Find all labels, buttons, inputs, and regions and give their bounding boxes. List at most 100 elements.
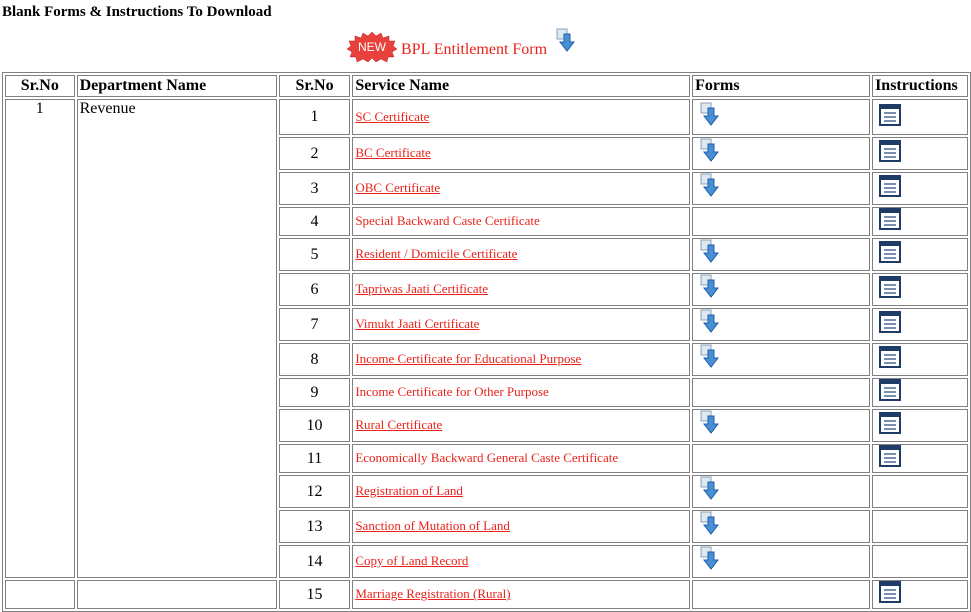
table-row: 1 Revenue 1 SC Certificate: [5, 99, 968, 578]
service-link[interactable]: Registration of Land: [355, 483, 463, 498]
table-row: 15 Marriage Registration (Rural): [5, 580, 968, 609]
header-sr-no: Sr.No: [5, 75, 75, 97]
bpl-entitlement-link[interactable]: BPL Entitlement Form: [401, 41, 547, 59]
instructions-document-icon[interactable]: [879, 140, 902, 167]
instructions-cell: [872, 444, 968, 473]
new-badge: NEW: [347, 32, 397, 62]
service-link[interactable]: BC Certificate: [355, 145, 430, 160]
service-link[interactable]: Rural Certificate: [355, 417, 442, 432]
table-body: 1 Revenue 1 SC Certificate 2 BC Certificate 3 O…: [5, 99, 968, 609]
download-arrow-icon[interactable]: [699, 410, 721, 441]
download-arrow-icon[interactable]: [699, 511, 721, 542]
instructions-document-icon[interactable]: [879, 208, 902, 235]
instructions-document-icon[interactable]: [879, 346, 902, 373]
forms-cell: [692, 580, 871, 609]
instructions-cell: [872, 343, 968, 376]
service-link[interactable]: Copy of Land Record: [355, 553, 468, 568]
service-name-cell: Resident / Domicile Certificate: [352, 238, 691, 271]
service-link[interactable]: OBC Certificate: [355, 180, 440, 195]
download-arrow-icon[interactable]: [699, 546, 721, 577]
service-link[interactable]: Sanction of Mutation of Land: [355, 518, 510, 533]
service-name-cell: Sanction of Mutation of Land: [352, 510, 691, 543]
service-name-cell: Rural Certificate: [352, 409, 691, 442]
service-name-cell: Income Certificate for Educational Purpo…: [352, 343, 691, 376]
instructions-cell: [872, 378, 968, 407]
download-arrow-icon[interactable]: [699, 138, 721, 169]
service-link[interactable]: Tapriwas Jaati Certificate: [355, 281, 488, 296]
instructions-document-icon[interactable]: [879, 379, 902, 406]
service-sr-no: 6: [278, 273, 351, 306]
forms-cell: [692, 207, 871, 236]
forms-cell: [692, 409, 871, 442]
service-sr-no: 13: [278, 510, 351, 543]
page-title: Blank Forms & Instructions To Download: [2, 4, 272, 20]
download-arrow-icon[interactable]: [699, 102, 721, 133]
forms-cell: [692, 378, 871, 407]
service-name-cell: BC Certificate: [352, 137, 691, 170]
instructions-cell: [872, 238, 968, 271]
instructions-document-icon[interactable]: [879, 581, 902, 608]
service-link[interactable]: Marriage Registration (Rural): [355, 586, 510, 601]
service-sr-no: 11: [278, 444, 351, 473]
service-name: Economically Backward General Caste Cert…: [355, 450, 619, 465]
instructions-document-icon[interactable]: [879, 241, 902, 268]
forms-cell: [692, 475, 871, 508]
instructions-cell: [872, 475, 968, 508]
download-arrow-icon[interactable]: [699, 309, 721, 340]
header-instructions: Instructions: [872, 75, 968, 97]
download-arrow-icon[interactable]: [699, 476, 721, 507]
instructions-cell: [872, 273, 968, 306]
header-service-name: Service Name: [352, 75, 691, 97]
service-link[interactable]: Resident / Domicile Certificate: [355, 246, 517, 261]
service-sr-no: 9: [278, 378, 351, 407]
bpl-entitlement: NEW BPL Entitlement Form: [347, 28, 577, 64]
service-sr-no: 2: [278, 137, 351, 170]
service-sr-no: 7: [278, 308, 351, 341]
service-name-cell: Tapriwas Jaati Certificate: [352, 273, 691, 306]
service-link[interactable]: Vimukt Jaati Certificate: [355, 316, 479, 331]
forms-table: Sr.No Department Name Sr.No Service Name…: [2, 72, 971, 612]
forms-cell: [692, 510, 871, 543]
instructions-cell: [872, 510, 968, 543]
instructions-document-icon[interactable]: [879, 311, 902, 338]
forms-cell: [692, 308, 871, 341]
service-name-cell: Vimukt Jaati Certificate: [352, 308, 691, 341]
instructions-cell: [872, 545, 968, 578]
service-sr-no: 10: [278, 409, 351, 442]
service-sr-no: 8: [278, 343, 351, 376]
instructions-document-icon[interactable]: [879, 103, 902, 131]
download-arrow-icon[interactable]: [699, 239, 721, 270]
download-arrow-icon[interactable]: [699, 173, 721, 204]
instructions-cell: [872, 308, 968, 341]
instructions-document-icon[interactable]: [879, 175, 902, 202]
download-arrow-icon[interactable]: [699, 344, 721, 375]
instructions-document-icon[interactable]: [879, 276, 902, 303]
department-sr-no: 1: [5, 99, 75, 578]
service-sr-no: 12: [278, 475, 351, 508]
instructions-cell: [872, 580, 968, 609]
service-name-cell: Marriage Registration (Rural): [352, 580, 691, 609]
forms-cell: [692, 444, 871, 473]
service-sr-no: 4: [278, 207, 351, 236]
forms-cell: [692, 99, 871, 135]
instructions-document-icon[interactable]: [879, 445, 902, 472]
instructions-cell: [872, 409, 968, 442]
instructions-document-icon[interactable]: [879, 412, 902, 439]
download-arrow-icon[interactable]: [699, 274, 721, 305]
service-name-cell: SC Certificate: [352, 99, 691, 135]
download-arrow-icon[interactable]: [555, 28, 577, 59]
instructions-cell: [872, 207, 968, 236]
instructions-cell: [872, 99, 968, 135]
service-link[interactable]: Income Certificate for Educational Purpo…: [355, 351, 581, 366]
service-name-cell: Economically Backward General Caste Cert…: [352, 444, 691, 473]
header-department-name: Department Name: [76, 75, 277, 97]
department-name: Revenue: [76, 99, 277, 578]
forms-cell: [692, 343, 871, 376]
forms-cell: [692, 172, 871, 205]
instructions-cell: [872, 172, 968, 205]
service-link[interactable]: SC Certificate: [355, 109, 429, 124]
department-name-empty: [76, 580, 277, 609]
service-sr-no: 15: [278, 580, 351, 609]
department-sr-no-empty: [5, 580, 75, 609]
instructions-cell: [872, 137, 968, 170]
